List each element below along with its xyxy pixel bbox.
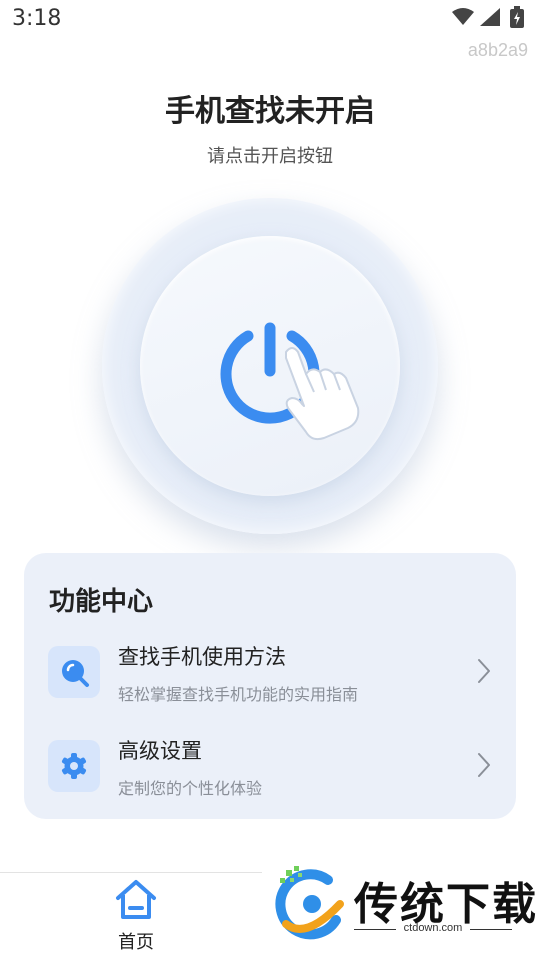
status-time: 3:18: [12, 6, 62, 31]
function-item-name: 查找手机使用方法: [118, 645, 286, 669]
function-item-desc: 定制您的个性化体验: [118, 779, 263, 798]
power-button-ring: [102, 198, 438, 534]
status-bar: 3:18: [0, 0, 540, 40]
gear-icon: [48, 740, 100, 792]
page-title: 手机查找未开启: [165, 94, 375, 129]
status-icons: [452, 8, 500, 26]
function-center-card: 功能中心 查找手机使用方法 轻松掌握查找手机功能的实用指南 高级设置 定制您的个…: [24, 553, 516, 819]
watermark-line: [470, 929, 512, 930]
page-subtitle: 请点击开启按钮: [207, 146, 333, 167]
nav-tab-home-label: 首页: [118, 932, 154, 953]
search-icon: [48, 646, 100, 698]
chevron-right-icon: [478, 753, 490, 777]
function-center-title: 功能中心: [49, 587, 154, 617]
device-id-label: a8b2a9: [467, 40, 528, 60]
pointing-hand-icon: [285, 347, 360, 441]
bottom-nav-divider: [0, 872, 262, 873]
function-item-name: 高级设置: [118, 739, 202, 763]
signal-icon: [480, 8, 500, 26]
function-item-usage-guide[interactable]: 查找手机使用方法 轻松掌握查找手机功能的实用指南: [24, 639, 516, 719]
watermark-url: ctdown.com: [403, 922, 463, 934]
wifi-icon: [452, 8, 474, 25]
nav-tab-home[interactable]: 首页: [104, 876, 168, 956]
chevron-right-icon: [478, 659, 490, 683]
battery-icon: [510, 6, 524, 28]
function-item-desc: 轻松掌握查找手机功能的实用指南: [118, 685, 359, 704]
power-button[interactable]: [140, 236, 400, 496]
brand-logo-icon: [275, 866, 344, 940]
function-item-advanced-settings[interactable]: 高级设置 定制您的个性化体验: [24, 733, 516, 813]
watermark-logo: 传统下载 ctdown.com: [262, 862, 540, 960]
home-icon: [116, 880, 156, 919]
